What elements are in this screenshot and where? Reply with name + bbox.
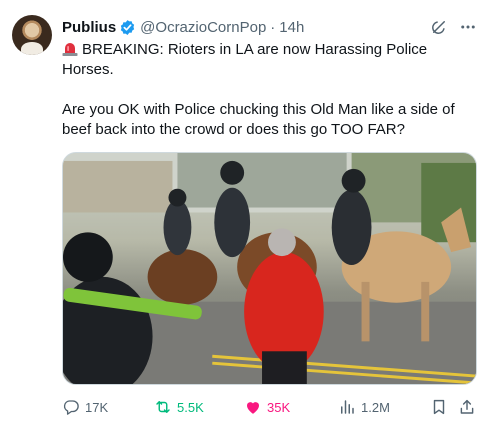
repost-count: 5.5K [177, 399, 204, 415]
view-count: 1.2M [361, 399, 390, 415]
tweet-paragraph-2: Are you OK with Police chucking this Old… [62, 101, 455, 138]
media-scene [63, 153, 476, 384]
tweet-media-image[interactable] [62, 152, 477, 385]
author-avatar[interactable] [12, 15, 52, 55]
author-name[interactable]: Publius [62, 19, 116, 36]
tweet-text: BREAKING: Rioters in LA are now Harassin… [62, 40, 482, 140]
tweet-paragraph-1: BREAKING: Rioters in LA are now Harassin… [62, 40, 482, 80]
views-button[interactable]: 1.2M [338, 396, 390, 418]
tweet-timestamp[interactable]: 14h [279, 19, 304, 36]
header-separator: · [270, 18, 276, 36]
tweet-actions-bar: 17K 5.5K 35K 1.2M [62, 396, 482, 418]
more-icon[interactable] [458, 18, 478, 36]
like-count: 35K [267, 399, 291, 415]
reply-count: 17K [85, 399, 109, 415]
share-button[interactable] [458, 396, 481, 418]
views-chart-icon [341, 400, 354, 414]
siren-icon [62, 43, 78, 56]
share-icon [460, 399, 474, 414]
bookmark-button[interactable] [430, 396, 453, 418]
reply-icon [63, 400, 79, 415]
reply-button[interactable]: 17K [62, 396, 108, 418]
heart-icon [247, 402, 259, 414]
repost-button[interactable]: 5.5K [154, 396, 204, 418]
bookmark-icon [433, 399, 445, 415]
tweet-header: Publius @OcrazioCornPop · 14h [62, 17, 304, 37]
like-button[interactable]: 35K [244, 396, 290, 418]
tweet-line-1: BREAKING: Rioters in LA are now Harassin… [62, 41, 428, 78]
verified-badge-icon [121, 19, 135, 35]
repost-icon [156, 401, 170, 413]
author-handle[interactable]: @OcrazioCornPop [140, 19, 266, 36]
grok-icon[interactable] [430, 18, 448, 36]
